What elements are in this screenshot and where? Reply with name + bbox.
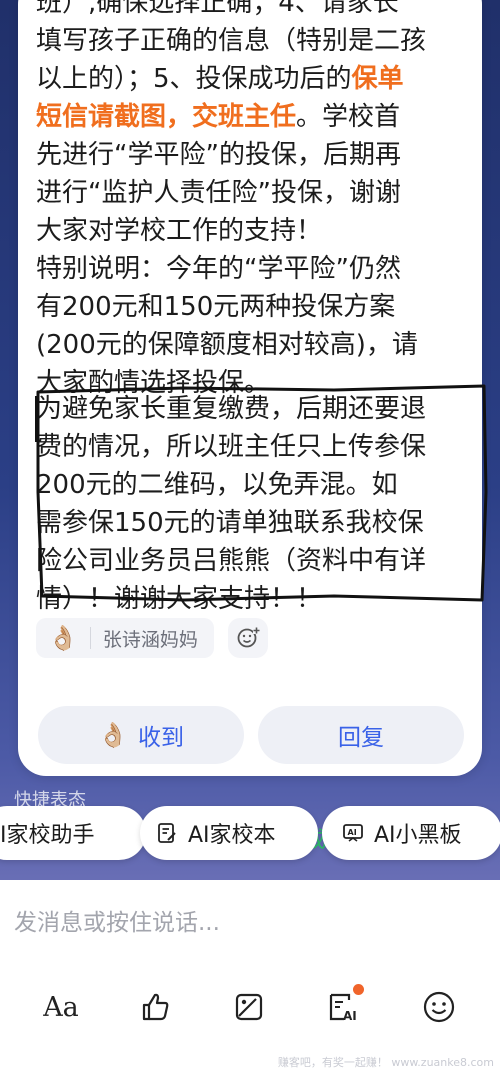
svg-text:AI: AI xyxy=(348,828,357,837)
highlighted-text: 短信请截图，交班主任 xyxy=(36,102,297,132)
ai-homework-book-chip[interactable]: AI家校本 xyxy=(140,806,318,860)
reaction-chip[interactable]: 👌🏼 张诗涵妈妈 xyxy=(36,618,214,658)
thumbs-up-icon xyxy=(142,993,169,1021)
ai-board-icon: AI xyxy=(342,822,364,844)
note-line: 200元的二维码，以免弄混。如 xyxy=(36,470,398,500)
message-input[interactable] xyxy=(12,900,486,946)
notification-badge xyxy=(353,984,364,995)
like-button[interactable] xyxy=(130,982,180,1032)
message-line: 特别说明：今年的“学平险”仍然 xyxy=(36,250,468,288)
message-line: 大家对学校工作的支持！ xyxy=(36,212,468,250)
composer-toolbar: Aa AI xyxy=(0,982,500,1042)
note-line: 情）！谢谢大家支持！！ xyxy=(36,584,323,614)
message-line: (200元的保障额度相对较高)，请 xyxy=(36,326,468,364)
image-icon xyxy=(235,993,263,1021)
message-text-segment: 班）,确保选择正确；4、请家长 xyxy=(36,0,399,18)
message-line: 有200元和150元两种投保方案 xyxy=(36,288,468,326)
message-line: 以上的）；5、投保成功后的保单 xyxy=(36,60,468,98)
message-text-segment: 。学校首 xyxy=(296,102,401,132)
message-text: 班）,确保选择正确；4、请家长 填写孩子正确的信息（特别是二孩 以上的）；5、投… xyxy=(36,0,468,402)
message-text-segment: 以上的）；5、投保成功后的 xyxy=(36,64,352,94)
ai-assistant-button[interactable]: AI xyxy=(318,982,368,1032)
note-line: 需参保150元的请单独联系我校保 xyxy=(36,508,424,538)
reply-label: 回复 xyxy=(338,725,384,751)
image-button[interactable] xyxy=(224,982,274,1032)
ok-hand-icon: 👌🏼 xyxy=(48,624,78,652)
svg-text:AI: AI xyxy=(343,1009,357,1023)
receive-button[interactable]: 👌🏼 收到 xyxy=(38,706,244,764)
note-line: 费的情况，所以班主任只上传参保 xyxy=(36,432,427,462)
text-format-button[interactable]: Aa xyxy=(36,982,86,1032)
emoji-button[interactable] xyxy=(414,982,464,1032)
message-line: 先进行“学平险”的投保，后期再 xyxy=(36,136,468,174)
message-text-segment: 大家对学校工作的支持！ xyxy=(36,216,323,246)
reactor-name: 张诗涵妈妈 xyxy=(102,628,198,651)
message-text-segment: 有200元和150元两种投保方案 xyxy=(36,292,396,322)
message-line: 填写孩子正确的信息（特别是二孩 xyxy=(36,22,468,60)
text-format-icon: Aa xyxy=(43,991,79,1023)
chip-label: AI小黑板 xyxy=(374,823,462,848)
receive-label: 收到 xyxy=(137,725,184,751)
message-line: 班）,确保选择正确；4、请家长 xyxy=(36,0,468,22)
ok-hand-icon: 👌🏼 xyxy=(98,721,128,749)
message-text-segment: 填写孩子正确的信息（特别是二孩 xyxy=(36,26,427,56)
add-emoji-icon xyxy=(237,627,260,648)
ai-blackboard-chip[interactable]: AI AI小黑板 xyxy=(322,806,500,860)
highlighted-text: 保单 xyxy=(351,64,404,94)
watermark: 赚客吧，有奖一起赚！ www.zuanke8.com xyxy=(277,1056,494,1069)
message-line: 进行“监护人责任险”投保，谢谢 xyxy=(36,174,468,212)
reply-button[interactable]: 回复 xyxy=(258,706,464,764)
notebook-edit-icon xyxy=(156,822,178,844)
message-text-segment: (200元的保障额度相对较高)，请 xyxy=(36,330,418,360)
chip-label: AI家校本 xyxy=(188,823,276,848)
chip-label: I家校助手 xyxy=(0,823,95,848)
boxed-note-text: 为避免家长重复缴费，后期还要退 费的情况，所以班主任只上传参保 200元的二维码… xyxy=(36,390,466,618)
smiley-icon xyxy=(423,991,455,1023)
message-text-segment: 先进行“学平险”的投保，后期再 xyxy=(36,140,401,170)
home-school-assistant-chip[interactable]: I家校助手 xyxy=(0,806,146,860)
note-line: 险公司业务员吕熊熊（资料中有详 xyxy=(36,546,427,576)
add-reaction-button[interactable] xyxy=(228,618,268,658)
divider xyxy=(89,627,91,649)
message-text-segment: 进行“监护人责任险”投保，谢谢 xyxy=(36,178,401,208)
composer: Aa AI xyxy=(0,880,500,1080)
note-line: 为避免家长重复缴费，后期还要退 xyxy=(36,394,427,424)
message-text-segment: 特别说明：今年的“学平险”仍然 xyxy=(36,254,401,284)
message-line: 短信请截图，交班主任。学校首 xyxy=(36,98,468,136)
